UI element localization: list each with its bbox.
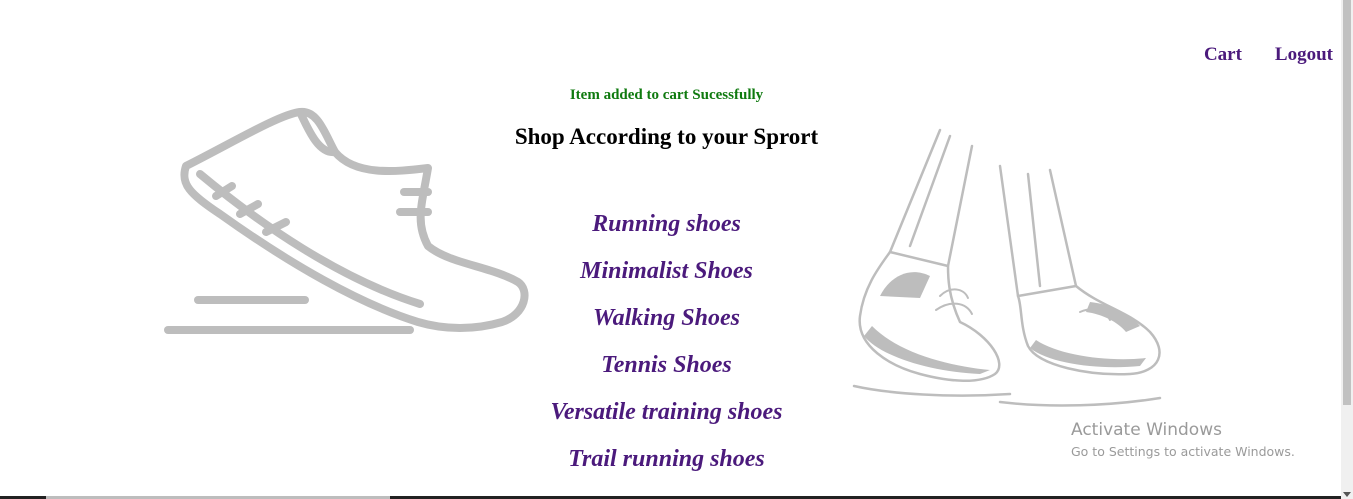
watermark-title: Activate Windows xyxy=(1071,420,1222,440)
list-item: Running shoes xyxy=(0,206,1333,253)
list-item: Walking Shoes xyxy=(0,300,1333,347)
category-running-shoes[interactable]: Running shoes xyxy=(592,211,741,237)
flash-message: Item added to cart Sucessfully xyxy=(569,87,764,103)
top-nav: Cart Logout xyxy=(1204,44,1333,66)
vertical-scrollbar[interactable] xyxy=(1341,0,1353,499)
list-item: Minimalist Shoes xyxy=(0,253,1333,300)
watermark-subtitle: Go to Settings to activate Windows. xyxy=(1071,444,1295,459)
category-tennis-shoes[interactable]: Tennis Shoes xyxy=(601,352,732,378)
category-walking-shoes[interactable]: Walking Shoes xyxy=(593,305,740,331)
category-minimalist-shoes[interactable]: Minimalist Shoes xyxy=(580,258,753,284)
category-versatile-training-shoes[interactable]: Versatile training shoes xyxy=(550,399,782,425)
category-trail-running-shoes[interactable]: Trail running shoes xyxy=(568,446,765,472)
scrollbar-thumb[interactable] xyxy=(1343,0,1351,405)
scroll-down-arrow-icon[interactable] xyxy=(1343,492,1351,497)
list-item: Tennis Shoes xyxy=(0,347,1333,394)
cart-link[interactable]: Cart xyxy=(1204,44,1242,66)
logout-link[interactable]: Logout xyxy=(1275,44,1333,66)
activate-windows-watermark: Activate Windows Go to Settings to activ… xyxy=(1071,420,1295,459)
page: Cart Logout Item added to cart Sucessful… xyxy=(0,0,1353,499)
